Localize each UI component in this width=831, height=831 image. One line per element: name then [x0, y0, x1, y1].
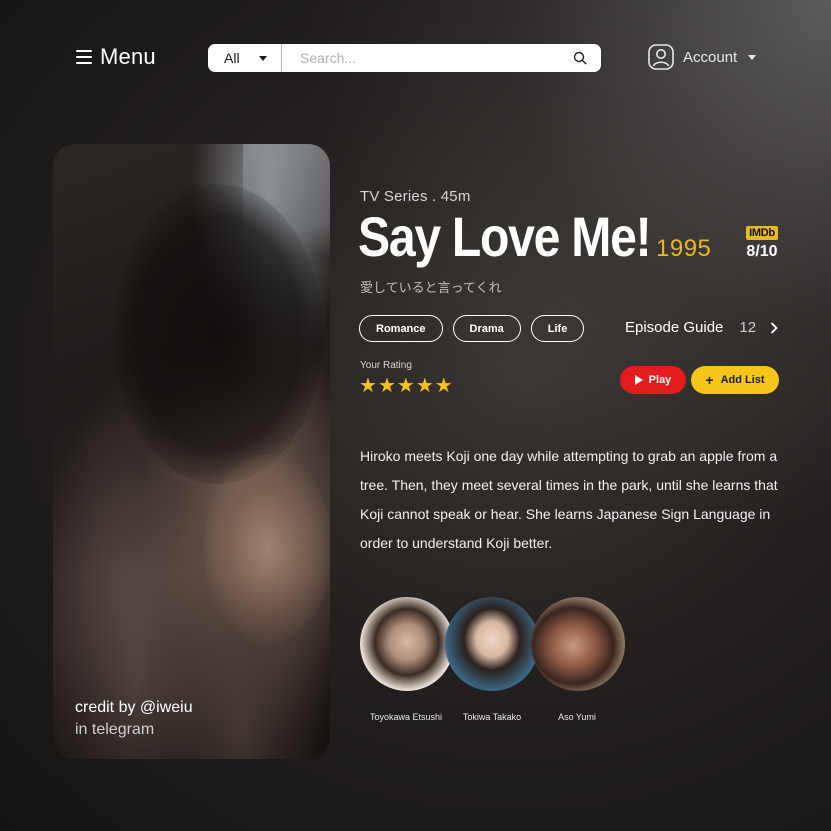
cast-name: Aso Yumi [558, 712, 596, 722]
credit-line-1: credit by @iweiu [75, 699, 193, 716]
release-year: 1995 [656, 235, 712, 262]
episode-count: 12 [739, 319, 757, 336]
cast-avatar-aso-yumi[interactable] [531, 597, 625, 691]
your-rating-label: Your Rating [360, 360, 412, 371]
star-icon[interactable]: ★ [378, 374, 396, 398]
star-icon[interactable]: ★ [359, 374, 377, 398]
add-list-button[interactable]: + Add List [691, 366, 779, 394]
cast-avatar-tokiwa-takako[interactable] [445, 597, 539, 691]
poster-shade [53, 144, 330, 759]
episode-guide-link[interactable]: Episode Guide 12 [625, 319, 780, 336]
poster-image: credit by @iweiu in telegram [53, 144, 330, 759]
star-icon[interactable]: ★ [397, 374, 415, 398]
add-list-label: Add List [720, 374, 765, 386]
chevron-down-icon [748, 54, 757, 60]
japanese-title: 愛していると言ってくれ [360, 280, 502, 295]
play-button[interactable]: Play [620, 366, 686, 394]
search-icon[interactable] [573, 51, 587, 65]
show-meta: TV Series . 45m [360, 188, 471, 205]
imdb-logo: IMDb [746, 226, 778, 240]
play-icon [634, 375, 643, 385]
account-menu[interactable]: Account [648, 44, 757, 70]
search-category-value: All [224, 50, 240, 66]
title-row: Say Love Me! 1995 [358, 204, 711, 269]
search-category-select[interactable]: All [208, 44, 282, 72]
synopsis: Hiroko meets Koji one day while attempti… [360, 448, 778, 551]
genre-tag-drama[interactable]: Drama [452, 315, 521, 342]
cast-avatar-toyokawa-etsushi[interactable] [360, 597, 454, 691]
user-icon [648, 44, 674, 70]
plus-icon: + [705, 372, 714, 388]
chevron-down-icon [259, 55, 267, 61]
poster-credit: credit by @iweiu in telegram [75, 697, 193, 741]
star-icon[interactable]: ★ [416, 374, 434, 398]
imdb-rating: IMDb 8/10 [744, 226, 780, 261]
search-input[interactable] [282, 44, 573, 72]
genre-tags: Romance Drama Life [359, 315, 585, 342]
credit-line-2: in telegram [75, 721, 155, 738]
imdb-score: 8/10 [746, 243, 778, 260]
hamburger-icon [76, 50, 92, 64]
search-bar: All [208, 44, 601, 72]
cast-name: Toyokawa Etsushi [369, 712, 443, 722]
genre-tag-romance[interactable]: Romance [359, 315, 443, 342]
play-label: Play [648, 374, 672, 386]
menu-label: Menu [100, 44, 156, 69]
star-rating[interactable]: ★ ★ ★ ★ ★ [359, 374, 453, 398]
chevron-right-icon [771, 322, 778, 333]
star-icon[interactable]: ★ [435, 374, 453, 398]
episode-guide-label: Episode Guide [625, 319, 724, 336]
menu-button[interactable]: Menu [76, 44, 156, 70]
page-title: Say Love Me! [358, 205, 652, 268]
genre-tag-life[interactable]: Life [530, 315, 585, 342]
account-label: Account [683, 48, 738, 66]
